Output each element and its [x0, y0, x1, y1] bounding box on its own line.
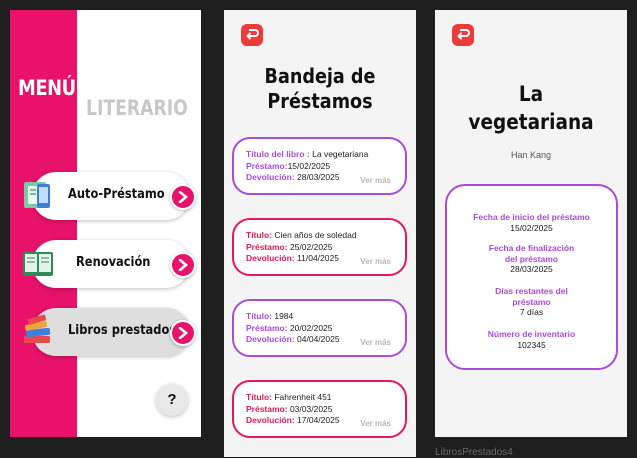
- return-arrow-icon: [457, 29, 470, 40]
- end-date-label-1: Fecha de finalización: [488, 243, 575, 253]
- menu-title: MENÚ: [18, 76, 76, 100]
- ver-mas-link[interactable]: Ver más: [360, 256, 391, 268]
- loan-card-details: Título del libro : La vegetariana Présta…: [246, 149, 368, 184]
- inventory-block: Número de inventario 102345: [447, 329, 616, 350]
- loan-card[interactable]: Título: Cien años de soledad Préstamo: 2…: [232, 218, 407, 276]
- end-date-value: 28/03/2025: [510, 264, 553, 274]
- days-label-2: préstamo: [512, 296, 551, 307]
- start-date-label: Fecha de inicio del préstamo: [473, 212, 590, 222]
- end-date-label-2: del préstamo: [505, 253, 558, 264]
- author-name: Han Kang: [510, 150, 552, 160]
- loan-value: 03/03/2025: [289, 403, 333, 414]
- loan-card[interactable]: Título: Fahrenheit 451 Préstamo: 03/03/2…: [232, 380, 407, 438]
- loan-card[interactable]: Título del libro : La vegetariana Présta…: [232, 137, 407, 195]
- loan-key: Préstamo:: [246, 160, 288, 171]
- title-key: Título:: [246, 392, 272, 402]
- inbox-screen: Bandeja de Préstamos Título del libro : …: [224, 10, 416, 457]
- menu-screen: MENÚ LITERARIO Auto-Préstamo Renovación: [10, 10, 201, 437]
- loan-value: 25/02/2025: [289, 241, 333, 252]
- return-value: 28/03/2025: [297, 172, 340, 182]
- loan-value: 20/02/2025: [289, 322, 333, 333]
- return-value: 04/04/2025: [297, 334, 340, 344]
- loan-card-details: Título: Cien años de soledad Préstamo: 2…: [246, 230, 357, 265]
- literario-title: LITERARIO: [86, 96, 188, 120]
- frame-caption: LibrosPrestados4: [435, 447, 513, 458]
- return-arrow-icon: [246, 29, 259, 40]
- return-value: 17/04/2025: [297, 415, 340, 425]
- ver-mas-link[interactable]: Ver más: [360, 337, 391, 349]
- loan-card-details: Título: 1984 Préstamo: 20/02/2025 Devolu…: [246, 311, 340, 346]
- menu-sidebar-strip: [10, 10, 77, 437]
- title-key: Título:: [246, 230, 272, 240]
- days-remaining-block: Días restantes del préstamo 7 días: [447, 286, 616, 318]
- book-title: La vegetariana: [447, 80, 616, 136]
- loan-card[interactable]: Título: 1984 Préstamo: 20/02/2025 Devolu…: [232, 299, 407, 357]
- title-value: Cien años de soledad: [274, 230, 357, 240]
- libros-prestados-label: Libros prestados: [68, 323, 177, 338]
- loan-card-details: Título: Fahrenheit 451 Préstamo: 03/03/2…: [246, 392, 340, 427]
- chevron-right-icon[interactable]: [170, 184, 196, 210]
- page-title: Bandeja de Préstamos: [236, 64, 405, 114]
- title-value: Fahrenheit 451: [274, 392, 332, 402]
- renovacion-button[interactable]: Renovación: [23, 240, 196, 288]
- days-label-1: Días restantes del: [495, 286, 568, 296]
- title-key: Título:: [246, 311, 272, 321]
- title-line-2: Préstamos: [267, 89, 373, 113]
- auto-prestamo-label: Auto-Préstamo: [68, 187, 165, 202]
- title-value: La vegetariana: [312, 149, 369, 159]
- chevron-right-icon[interactable]: [170, 252, 196, 278]
- chevron-right-icon[interactable]: [170, 320, 196, 346]
- detail-screen: La vegetariana Han Kang Fecha de inicio …: [435, 10, 627, 437]
- app-logo[interactable]: [452, 24, 474, 46]
- title-key: Título del libro :: [246, 149, 310, 159]
- return-key: Devolución:: [246, 334, 295, 344]
- return-value: 11/04/2025: [297, 253, 339, 263]
- return-key: Devolución:: [246, 172, 295, 182]
- loan-key: Préstamo:: [246, 403, 288, 414]
- auto-prestamo-button[interactable]: Auto-Préstamo: [24, 172, 196, 220]
- return-key: Devolución:: [246, 415, 295, 425]
- phone-book-icon: [24, 182, 50, 208]
- start-date-value: 15/02/2025: [510, 222, 553, 233]
- books-stack-icon: [24, 314, 51, 343]
- renovacion-label: Renovación: [76, 255, 151, 270]
- inventory-label: Número de inventario: [487, 329, 576, 339]
- loan-value: 15/02/2025: [287, 160, 331, 171]
- title-line-2: vegetariana: [468, 110, 594, 134]
- app-logo: [241, 24, 263, 46]
- loan-key: Préstamo:: [246, 241, 288, 252]
- days-value: 7 días: [519, 307, 544, 317]
- title-value: 1984: [274, 311, 294, 321]
- end-date-block: Fecha de finalización del préstamo 28/03…: [447, 243, 616, 275]
- start-date-block: Fecha de inicio del préstamo 15/02/2025: [447, 212, 616, 233]
- loan-details-card: Fecha de inicio del préstamo 15/02/2025 …: [445, 184, 618, 370]
- return-key: Devolución:: [246, 253, 295, 263]
- loan-key: Préstamo:: [246, 322, 288, 333]
- title-line-1: La: [518, 82, 544, 106]
- inventory-value: 102345: [517, 339, 546, 350]
- ver-mas-link[interactable]: Ver más: [360, 418, 391, 430]
- ver-mas-link[interactable]: Ver más: [360, 175, 391, 187]
- title-line-1: Bandeja de: [264, 64, 376, 88]
- renew-book-icon: [23, 252, 53, 276]
- help-button[interactable]: ?: [156, 384, 188, 416]
- libros-prestados-button[interactable]: Libros prestados: [24, 308, 196, 356]
